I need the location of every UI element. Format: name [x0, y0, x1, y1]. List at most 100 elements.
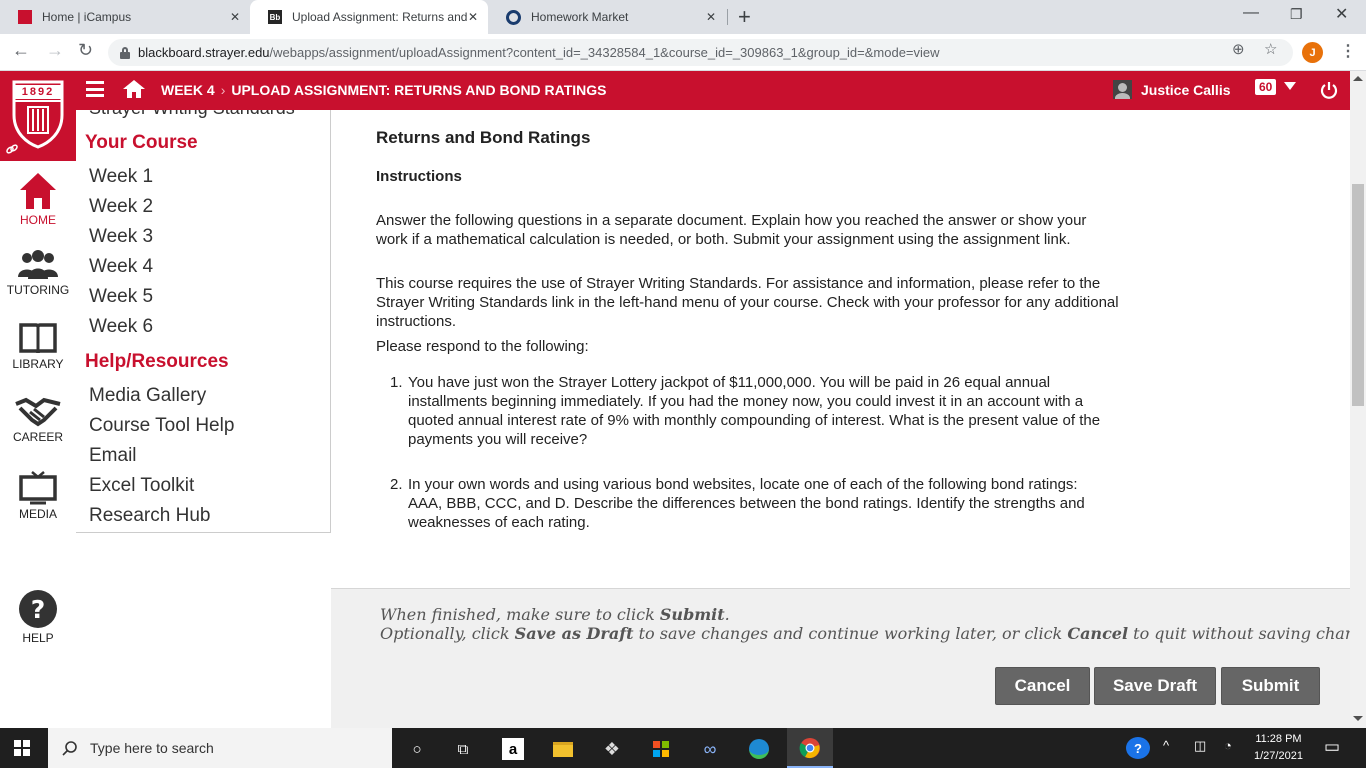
hint-text: When finished, make sure to click	[380, 605, 660, 624]
clock-time: 11:28 PM	[1255, 733, 1302, 745]
nav-label: CAREER	[12, 430, 63, 444]
breadcrumb: WEEK 4 › UPLOAD ASSIGNMENT: RETURNS AND BO…	[161, 82, 607, 98]
cancel-button[interactable]: Cancel	[995, 667, 1090, 705]
caret-down-icon[interactable]	[1284, 82, 1296, 90]
breadcrumb-week[interactable]: WEEK 4	[161, 82, 215, 98]
close-tab-icon[interactable]: ✕	[706, 10, 716, 24]
tab-icampus[interactable]: Home | iCampus ✕	[0, 0, 250, 34]
browser-menu-icon[interactable]: ⋮	[1340, 41, 1356, 61]
url-host: blackboard.strayer.edu	[138, 45, 270, 60]
question-text: You have just won the Strayer Lottery ja…	[408, 374, 1101, 448]
nav-library[interactable]: LIBRARY	[0, 321, 76, 371]
edge-icon[interactable]	[748, 738, 770, 760]
people-icon	[18, 250, 58, 279]
nav-career[interactable]: CAREER	[0, 396, 76, 444]
nav-media[interactable]: MEDIA	[0, 471, 76, 521]
menu-link-week-2[interactable]: Week 2	[89, 196, 153, 218]
nav-label: TUTORING	[6, 283, 70, 297]
hamburger-menu-icon[interactable]	[86, 81, 104, 97]
home-icon	[20, 173, 56, 209]
close-tab-icon[interactable]: ✕	[468, 10, 478, 24]
bookmark-star-icon[interactable]: ☆	[1264, 40, 1277, 58]
hint-bold: Save as Draft	[514, 624, 634, 643]
new-tab-button[interactable]: +	[738, 4, 751, 30]
book-icon	[19, 323, 57, 354]
chevron-up-icon[interactable]: ^	[1163, 738, 1169, 753]
file-explorer-icon[interactable]	[552, 738, 574, 760]
amazon-icon[interactable]: a	[502, 738, 524, 760]
back-arrow-icon[interactable]: ←	[12, 40, 30, 61]
notifications-icon[interactable]: ▭	[1324, 737, 1340, 757]
nav-label: MEDIA	[18, 507, 57, 521]
submit-button[interactable]: Submit	[1221, 667, 1320, 705]
scroll-up-arrow-icon[interactable]	[1353, 76, 1363, 81]
nav-tutoring[interactable]: TUTORING	[0, 249, 76, 297]
zoom-icon[interactable]: ⊕	[1232, 40, 1245, 58]
help-tray-icon[interactable]: ?	[1126, 737, 1150, 759]
cortana-icon[interactable]: ○	[406, 738, 428, 760]
tab-title: Homework Market	[531, 10, 629, 24]
menu-link-week-4[interactable]: Week 4	[89, 256, 153, 278]
menu-link-excel-toolkit[interactable]: Excel Toolkit	[89, 475, 194, 497]
hint-text: Optionally, click	[380, 624, 515, 643]
home-icon[interactable]	[122, 79, 146, 99]
user-menu[interactable]: Justice Callis	[1113, 80, 1231, 99]
chrome-taskbar-button[interactable]	[787, 728, 833, 768]
nav-home[interactable]: HOME	[0, 171, 76, 227]
task-view-icon[interactable]: ⧉	[452, 738, 474, 760]
menu-link-research-hub[interactable]: Research Hub	[89, 505, 210, 527]
strayer-logo[interactable]: 1892	[0, 71, 76, 161]
notification-badge[interactable]: 60	[1255, 79, 1277, 95]
save-draft-button[interactable]: Save Draft	[1094, 667, 1216, 705]
link-icon	[6, 144, 18, 154]
hint-bold: Submit	[659, 605, 725, 624]
network-icon[interactable]: ◫	[1194, 738, 1206, 754]
menu-link-week-3[interactable]: Week 3	[89, 226, 153, 248]
hint-text: to quit without saving changes.	[1128, 624, 1366, 643]
address-bar[interactable]: blackboard.strayer.edu/webapps/assignmen…	[108, 39, 1293, 66]
wifi-icon[interactable]: ◔	[1224, 738, 1232, 753]
instructions-paragraph: Answer the following questions in a sepa…	[376, 212, 1087, 248]
tab-title: Upload Assignment: Returns and	[292, 10, 468, 24]
homework-market-favicon	[506, 9, 521, 25]
help-icon: ?	[19, 590, 57, 628]
close-tab-icon[interactable]: ✕	[230, 10, 240, 24]
clock-date: 1/27/2021	[1254, 750, 1303, 762]
monitor-icon	[19, 471, 57, 505]
reload-icon[interactable]: ↻	[78, 40, 93, 61]
tab-upload-assignment[interactable]: Bb Upload Assignment: Returns and ✕	[250, 0, 488, 34]
minimize-button[interactable]: —	[1243, 4, 1259, 22]
close-window-button[interactable]: ✕	[1335, 4, 1348, 24]
menu-link-week-6[interactable]: Week 6	[89, 316, 153, 338]
taskbar-search[interactable]: Type here to search	[48, 728, 392, 768]
menu-link-media-gallery[interactable]: Media Gallery	[89, 385, 206, 407]
menu-link-email[interactable]: Email	[89, 445, 137, 467]
question-text: In your own words and using various bond…	[408, 476, 1085, 531]
menu-link-strayer-writing-standards[interactable]: Strayer Writing Standards	[89, 110, 295, 119]
hint-text: .	[724, 605, 730, 624]
profile-avatar[interactable]: J	[1302, 42, 1323, 63]
menu-link-week-5[interactable]: Week 5	[89, 286, 153, 308]
windows-start-icon[interactable]	[14, 740, 30, 756]
tab-homework-market[interactable]: Homework Market ✕	[488, 0, 726, 34]
dropbox-icon[interactable]: ❖	[601, 738, 623, 760]
taskbar-clock[interactable]: 11:28 PM 1/27/2021	[1254, 731, 1303, 765]
scrollbar-thumb[interactable]	[1352, 184, 1364, 406]
submit-hint: When finished, make sure to click Submit…	[380, 605, 730, 624]
nav-label: HELP	[22, 631, 54, 645]
tab-separator	[727, 9, 728, 25]
menu-link-week-1[interactable]: Week 1	[89, 166, 153, 188]
scroll-down-arrow-icon[interactable]	[1353, 716, 1363, 721]
forward-arrow-icon[interactable]: →	[46, 40, 64, 61]
nav-label: HOME	[20, 213, 56, 227]
search-icon	[62, 741, 77, 756]
avatar	[1113, 80, 1132, 99]
nav-help[interactable]: ? HELP	[0, 589, 76, 645]
infinity-app-icon[interactable]: ∞	[699, 738, 721, 760]
logo-year: 1892	[15, 85, 61, 99]
menu-link-course-tool-help[interactable]: Course Tool Help	[89, 415, 234, 437]
store-icon[interactable]	[650, 738, 672, 760]
restore-button[interactable]: ❐	[1290, 6, 1303, 23]
hint-text: to save changes and continue working lat…	[633, 624, 1068, 643]
power-icon[interactable]	[1319, 80, 1339, 100]
